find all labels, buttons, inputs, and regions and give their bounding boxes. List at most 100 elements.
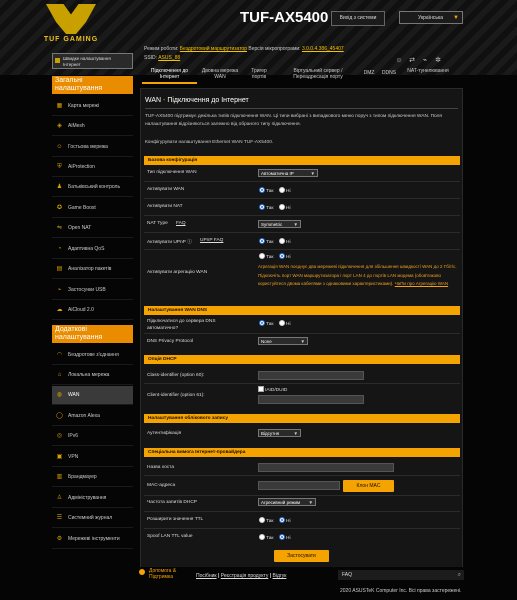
network-icon[interactable]: ⇄ <box>408 57 416 65</box>
manual-link[interactable]: Посібник <box>196 573 217 579</box>
sidebar-item-system-log[interactable]: ☰ Системний журнал <box>52 509 133 528</box>
auth-value: Відсутня <box>261 431 280 436</box>
enable-nat-yes[interactable]: Так <box>259 204 273 211</box>
tab-dmz[interactable]: DMZ <box>362 66 376 84</box>
ssid-value[interactable]: ASUS_88 <box>158 55 180 61</box>
class-id-input[interactable] <box>258 371 364 380</box>
enable-nat-no[interactable]: Ні <box>279 204 291 211</box>
sidebar-item-label: AiCloud 2.0 <box>68 307 94 313</box>
user-icon[interactable]: ☺ <box>395 57 403 65</box>
clone-mac-button[interactable]: Клон MAC <box>343 480 394 492</box>
mac-address-input[interactable] <box>258 481 340 490</box>
iaid-checkbox[interactable]: IAID/DUID <box>258 386 287 393</box>
sidebar-item-parental-control[interactable]: ♟ Батьківський контроль <box>52 178 133 197</box>
nat-icon: ⇋ <box>56 225 63 231</box>
sidebar-item-aicloud[interactable]: ☁ AiCloud 2.0 <box>52 301 133 320</box>
tab-nat-passthrough[interactable]: NAT-тунелювання <box>406 66 450 84</box>
sidebar-item-network-tools[interactable]: ⚙ Мережеві інструменти <box>52 530 133 549</box>
host-name-input[interactable] <box>258 463 394 472</box>
nat-faq-link[interactable]: FAQ <box>176 221 186 226</box>
dns-privacy-label: DNS Privacy Protocol <box>147 339 194 344</box>
isp-requirement-header: Спеціальна вимога Інтернет-провайдера <box>144 448 460 457</box>
sidebar-item-ipv6[interactable]: ◎ IPv6 <box>52 427 133 446</box>
sidebar-item-label: Застосунки USB <box>68 287 106 293</box>
client-id-input[interactable] <box>258 395 364 404</box>
mode-value[interactable]: Бездротовий маршрутизатор <box>180 46 247 52</box>
spoof-ttl-yes[interactable]: Так <box>259 534 273 541</box>
sidebar-item-guest-network[interactable]: ☺ Гостьова мережа <box>52 138 133 157</box>
upnp-faq-link[interactable]: UPnP FAQ <box>200 238 223 243</box>
aggregation-faq-link[interactable]: ЧаПи про Агрегацію WAN <box>395 281 448 286</box>
sidebar-item-usb-apps[interactable]: ⌁ Застосунки USB <box>52 281 133 300</box>
auth-select[interactable]: Відсутня ▼ <box>258 429 301 437</box>
help-icon <box>139 569 145 575</box>
extend-ttl-yes[interactable]: Так <box>259 517 273 524</box>
radio-label: Ні <box>286 206 291 211</box>
sidebar-item-label: Карта мережі <box>68 103 99 109</box>
wan-type-select[interactable]: Автоматична IP ▼ <box>258 169 318 177</box>
dns-auto-no[interactable]: Ні <box>279 320 291 327</box>
sidebar-item-traffic-analyzer[interactable]: ▤ Аналізатор пакетів <box>52 260 133 279</box>
search-icon[interactable]: ⌕ <box>458 570 461 580</box>
tab-port-trigger[interactable]: Тригер портів <box>244 66 274 84</box>
logo[interactable]: TUF GAMING <box>6 4 136 46</box>
nat-type-select[interactable]: Symmetric ▼ <box>258 220 301 228</box>
settings-gear-icon[interactable]: ✲ <box>434 57 442 65</box>
sidebar-item-wireless[interactable]: ◠ Бездротове з'єднання <box>52 346 133 365</box>
logout-button[interactable]: Вихід з системи <box>331 11 385 26</box>
tab-internet-connection[interactable]: Підключення до Інтернет <box>142 66 197 84</box>
traffic-icon: ▤ <box>56 266 63 272</box>
radio-on-icon <box>259 238 265 244</box>
apply-button[interactable]: Застосувати <box>274 550 329 562</box>
sidebar-item-vpn[interactable]: ▣ VPN <box>52 448 133 467</box>
page-title: WAN - Підключення до Інтернет <box>145 97 249 104</box>
aggregation-no[interactable]: Ні <box>279 253 291 260</box>
sidebar-item-administration[interactable]: ♙ Адміністрування <box>52 489 133 508</box>
mesh-icon: ◈ <box>57 123 62 129</box>
aggregation-yes[interactable]: Так <box>259 253 273 260</box>
enable-wan-yes[interactable]: Так <box>259 187 273 194</box>
sidebar-item-network-map[interactable]: ▦ Карта мережі <box>52 97 133 116</box>
lan-icon: ⌂ <box>57 372 62 378</box>
help-icon[interactable]: ⓘ <box>187 240 192 245</box>
sidebar-item-wan[interactable]: ◍ WAN <box>52 386 133 405</box>
feedback-link[interactable]: Відгук <box>273 573 287 579</box>
fw-value[interactable]: 3.0.0.4.386_45407 <box>302 46 344 52</box>
sidebar-item-game-boost[interactable]: ✪ Game Boost <box>52 199 133 218</box>
dhcp-frequency-select[interactable]: Агресивний режим ▼ <box>258 498 316 506</box>
sidebar-item-alexa[interactable]: ◯ Amazon Alexa <box>52 407 133 426</box>
extend-ttl-no[interactable]: Ні <box>279 517 291 524</box>
faq-search-input[interactable]: FAQ ⌕ <box>338 570 464 580</box>
spoof-ttl-no[interactable]: Ні <box>279 534 291 541</box>
register-link[interactable]: Реєстрація продукту <box>221 573 269 579</box>
sidebar-item-lan[interactable]: ⌂ Локальна мережа <box>52 366 133 385</box>
sidebar-item-label: WAN <box>68 392 80 398</box>
tab-virtual-server[interactable]: Віртуальний сервер / Переадресація порту <box>282 66 354 84</box>
sidebar-item-firewall[interactable]: ▥ Брандмауер <box>52 468 133 487</box>
row-divider <box>144 181 460 182</box>
sidebar-item-open-nat[interactable]: ⇋ Open NAT <box>52 219 133 238</box>
enable-upnp-yes[interactable]: Так <box>259 238 273 245</box>
radio-on-icon <box>279 534 285 540</box>
quick-internet-setup-button[interactable]: Швидке налаштування Інтернет <box>52 53 133 69</box>
sidebar-item-aimesh[interactable]: ◈ AiMesh <box>52 117 133 136</box>
dns-privacy-value: None <box>261 339 272 344</box>
gamepad-icon: ✪ <box>56 205 63 211</box>
dns-privacy-select[interactable]: None ▼ <box>258 337 308 345</box>
ipv6-icon: ◎ <box>56 433 63 439</box>
radio-label: Так <box>266 519 274 524</box>
language-select[interactable]: Українська ▼ <box>399 11 463 24</box>
model-title: TUF-AX5400 <box>240 9 329 26</box>
help-support-link[interactable]: Допомога & Підтримка <box>139 568 191 580</box>
radio-off-icon <box>259 253 265 259</box>
usb-status-icon[interactable]: ⌁ <box>421 57 429 65</box>
enable-upnp-no[interactable]: Ні <box>279 238 291 245</box>
dns-auto-yes[interactable]: Так <box>259 320 273 327</box>
row-divider <box>144 495 460 496</box>
sidebar-item-label: Адміністрування <box>68 495 107 501</box>
sidebar-item-adaptive-qos[interactable]: ◔ Адаптивна QoS <box>52 240 133 259</box>
enable-wan-no[interactable]: Ні <box>279 187 291 194</box>
sidebar-item-aiprotection[interactable]: ⛨ AiProtection <box>52 158 133 177</box>
tab-ddns[interactable]: DDNS <box>380 66 398 84</box>
tab-dual-wan[interactable]: Двовна мережа WAN <box>200 66 240 84</box>
